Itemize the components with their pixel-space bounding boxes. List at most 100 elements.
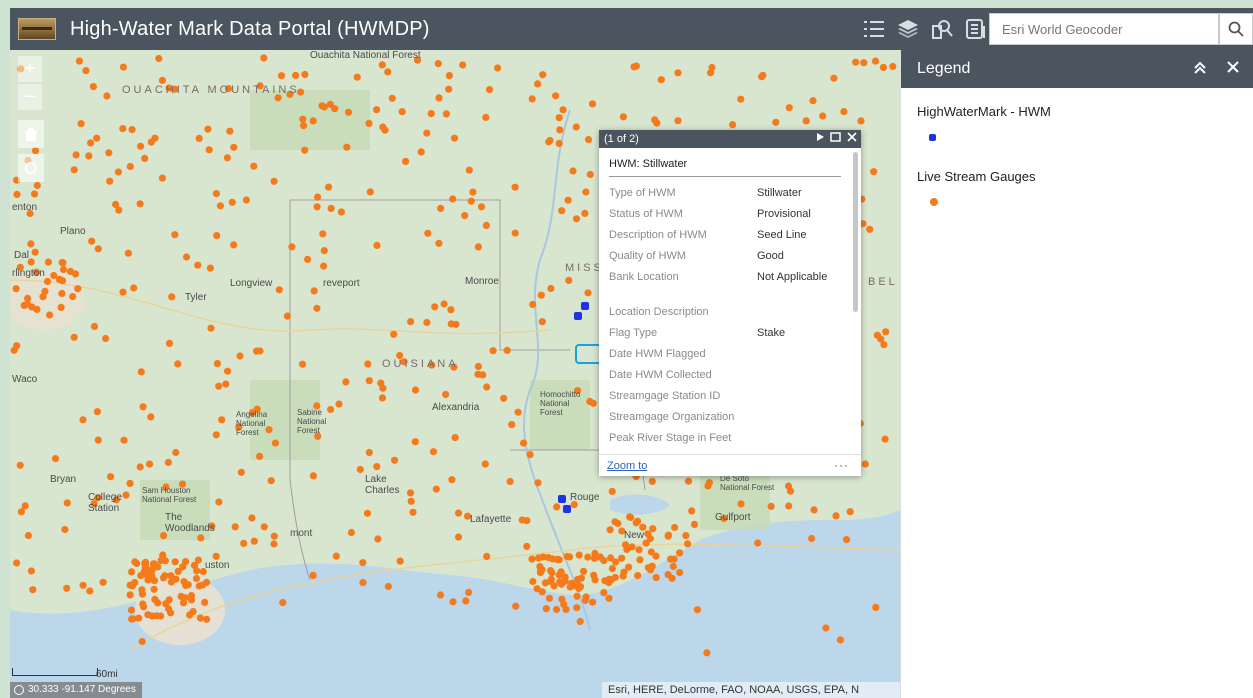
stream-gauge-marker[interactable] xyxy=(436,591,445,599)
stream-gauge-marker[interactable] xyxy=(271,439,279,447)
stream-gauge-marker[interactable] xyxy=(93,134,101,142)
stream-gauge-marker[interactable] xyxy=(754,539,762,547)
stream-gauge-marker[interactable] xyxy=(481,460,489,468)
stream-gauge-marker[interactable] xyxy=(417,148,425,156)
stream-gauge-marker[interactable] xyxy=(830,74,838,82)
stream-gauge-marker[interactable] xyxy=(581,596,589,605)
stream-gauge-marker[interactable] xyxy=(614,519,622,528)
stream-gauge-marker[interactable] xyxy=(39,293,47,301)
stream-gauge-marker[interactable] xyxy=(356,465,364,474)
stream-gauge-marker[interactable] xyxy=(373,241,381,249)
stream-gauge-marker[interactable] xyxy=(102,334,110,343)
stream-gauge-marker[interactable] xyxy=(138,637,146,646)
stream-gauge-marker[interactable] xyxy=(353,73,361,81)
stream-gauge-marker[interactable] xyxy=(431,303,439,311)
stream-gauge-marker[interactable] xyxy=(231,523,239,531)
stream-gauge-marker[interactable] xyxy=(195,134,203,142)
stream-gauge-marker[interactable] xyxy=(424,229,432,237)
stream-gauge-marker[interactable] xyxy=(512,602,520,610)
stream-gauge-marker[interactable] xyxy=(120,436,128,444)
stream-gauge-marker[interactable] xyxy=(59,265,68,274)
stream-gauge-marker[interactable] xyxy=(301,146,309,154)
stream-gauge-marker[interactable] xyxy=(547,284,555,293)
stream-gauge-marker[interactable] xyxy=(846,508,854,516)
stream-gauge-marker[interactable] xyxy=(215,498,223,506)
stream-gauge-marker[interactable] xyxy=(204,125,212,133)
stream-gauge-marker[interactable] xyxy=(632,519,640,527)
hwm-marker[interactable] xyxy=(558,495,566,503)
stream-gauge-marker[interactable] xyxy=(664,532,672,540)
stream-gauge-marker[interactable] xyxy=(13,342,21,350)
stream-gauge-marker[interactable] xyxy=(89,83,97,91)
stream-gauge-marker[interactable] xyxy=(737,95,745,103)
stream-gauge-marker[interactable] xyxy=(529,577,537,586)
stream-gauge-marker[interactable] xyxy=(483,552,491,560)
stream-gauge-marker[interactable] xyxy=(277,72,286,80)
stream-gauge-marker[interactable] xyxy=(882,328,890,336)
stream-gauge-marker[interactable] xyxy=(151,560,159,568)
stream-gauge-marker[interactable] xyxy=(653,119,661,127)
stream-gauge-marker[interactable] xyxy=(137,368,145,376)
stream-gauge-marker[interactable] xyxy=(337,208,345,216)
stream-gauge-marker[interactable] xyxy=(320,262,328,270)
stream-gauge-marker[interactable] xyxy=(119,125,127,133)
stream-gauge-marker[interactable] xyxy=(75,57,84,65)
stream-gauge-marker[interactable] xyxy=(167,578,175,586)
stream-gauge-marker[interactable] xyxy=(591,549,599,557)
stream-gauge-marker[interactable] xyxy=(589,598,597,606)
stream-gauge-marker[interactable] xyxy=(168,293,176,301)
stream-gauge-marker[interactable] xyxy=(359,559,367,567)
stream-gauge-marker[interactable] xyxy=(172,448,180,457)
stream-gauge-marker[interactable] xyxy=(363,509,372,517)
stream-gauge-marker[interactable] xyxy=(226,127,234,135)
stream-gauge-marker[interactable] xyxy=(147,138,155,146)
stream-gauge-marker[interactable] xyxy=(119,63,127,71)
stream-gauge-marker[interactable] xyxy=(304,255,312,263)
close-icon[interactable] xyxy=(1227,61,1239,73)
stream-gauge-marker[interactable] xyxy=(212,431,220,439)
stream-gauge-marker[interactable] xyxy=(442,390,450,399)
stream-gauge-marker[interactable] xyxy=(288,243,296,251)
stream-gauge-marker[interactable] xyxy=(676,568,684,577)
stream-gauge-marker[interactable] xyxy=(657,76,665,84)
stream-gauge-marker[interactable] xyxy=(435,94,443,102)
stream-gauge-marker[interactable] xyxy=(447,306,455,314)
stream-gauge-marker[interactable] xyxy=(136,200,144,208)
stream-gauge-marker[interactable] xyxy=(877,335,885,343)
stream-gauge-marker[interactable] xyxy=(494,64,502,72)
stream-gauge-marker[interactable] xyxy=(584,553,592,561)
stream-gauge-marker[interactable] xyxy=(581,209,589,217)
stream-gauge-marker[interactable] xyxy=(141,154,149,162)
stream-gauge-marker[interactable] xyxy=(364,360,372,368)
stream-gauge-marker[interactable] xyxy=(44,258,53,266)
stream-gauge-marker[interactable] xyxy=(158,174,166,182)
stream-gauge-marker[interactable] xyxy=(335,400,343,408)
stream-gauge-marker[interactable] xyxy=(147,413,155,421)
stream-gauge-marker[interactable] xyxy=(165,339,174,347)
stream-gauge-marker[interactable] xyxy=(224,367,232,375)
stream-gauge-marker[interactable] xyxy=(207,324,215,332)
stream-gauge-marker[interactable] xyxy=(237,468,245,476)
stream-gauge-marker[interactable] xyxy=(320,247,328,255)
stream-gauge-marker[interactable] xyxy=(483,383,491,391)
stream-gauge-marker[interactable] xyxy=(17,508,25,516)
stream-gauge-marker[interactable] xyxy=(664,571,672,579)
stream-gauge-marker[interactable] xyxy=(402,157,410,165)
stream-gauge-marker[interactable] xyxy=(562,605,570,614)
stream-gauge-marker[interactable] xyxy=(199,581,207,589)
stream-gauge-marker[interactable] xyxy=(223,154,231,162)
stream-gauge-marker[interactable] xyxy=(378,394,387,402)
stream-gauge-marker[interactable] xyxy=(647,548,656,556)
stream-gauge-marker[interactable] xyxy=(542,605,550,613)
stream-gauge-marker[interactable] xyxy=(319,230,327,238)
popup-body[interactable]: HWM: Stillwater Type of HWM Stillwater St… xyxy=(599,148,851,454)
stream-gauge-marker[interactable] xyxy=(600,557,608,565)
stream-gauge-marker[interactable] xyxy=(171,558,179,566)
stream-gauge-marker[interactable] xyxy=(528,95,536,103)
stream-gauge-marker[interactable] xyxy=(576,617,584,626)
stream-gauge-marker[interactable] xyxy=(630,63,638,71)
stream-gauge-marker[interactable] xyxy=(474,362,482,371)
stream-gauge-marker[interactable] xyxy=(347,528,355,537)
stream-gauge-marker[interactable] xyxy=(459,61,467,69)
stream-gauge-marker[interactable] xyxy=(396,557,404,565)
